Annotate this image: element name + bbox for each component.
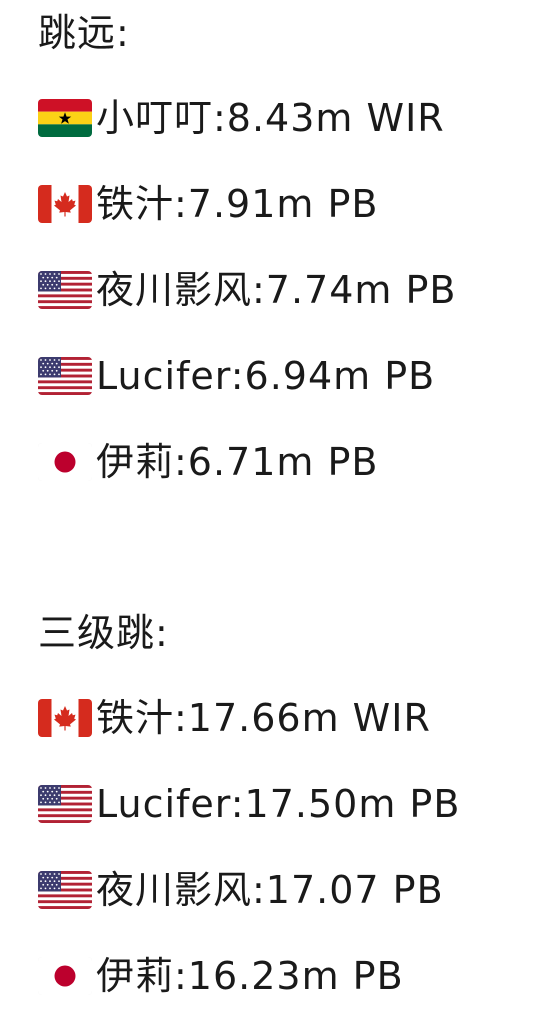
usa-flag-icon <box>38 271 92 309</box>
result-row: 夜川影风:7.74m PB <box>38 264 457 316</box>
canada-flag-icon <box>38 699 92 737</box>
result-text: 夜川影风:7.74m PB <box>96 268 457 312</box>
result-row: 伊莉:16.23m PB <box>38 950 404 1002</box>
result-text: 伊莉:6.71m PB <box>96 440 379 484</box>
result-text: Lucifer:17.50m PB <box>96 782 461 826</box>
japan-flag-icon <box>38 957 92 995</box>
result-text: 铁汁:7.91m PB <box>96 182 379 226</box>
japan-flag-icon <box>38 443 92 481</box>
section-title-long-jump: 跳远: <box>38 11 130 55</box>
result-text: Lucifer:6.94m PB <box>96 354 436 398</box>
usa-flag-icon <box>38 785 92 823</box>
canada-flag-icon <box>38 185 92 223</box>
result-row: 铁汁:7.91m PB <box>38 178 379 230</box>
usa-flag-icon <box>38 357 92 395</box>
result-row: 伊莉:6.71m PB <box>38 436 379 488</box>
result-text: 铁汁:17.66m WIR <box>96 696 431 740</box>
result-text: 夜川影风:17.07 PB <box>96 868 444 912</box>
ghana-flag-icon <box>38 99 92 137</box>
result-text: 伊莉:16.23m PB <box>96 954 404 998</box>
result-row: Lucifer:17.50m PB <box>38 778 460 830</box>
result-row: Lucifer:6.94m PB <box>38 350 435 402</box>
result-row: 夜川影风:17.07 PB <box>38 864 444 916</box>
result-row: 铁汁:17.66m WIR <box>38 692 431 744</box>
usa-flag-icon <box>38 871 92 909</box>
result-row: 小叮叮:8.43m WIR <box>38 92 445 144</box>
section-title-triple-jump: 三级跳: <box>38 611 169 655</box>
result-text: 小叮叮:8.43m WIR <box>96 96 445 140</box>
